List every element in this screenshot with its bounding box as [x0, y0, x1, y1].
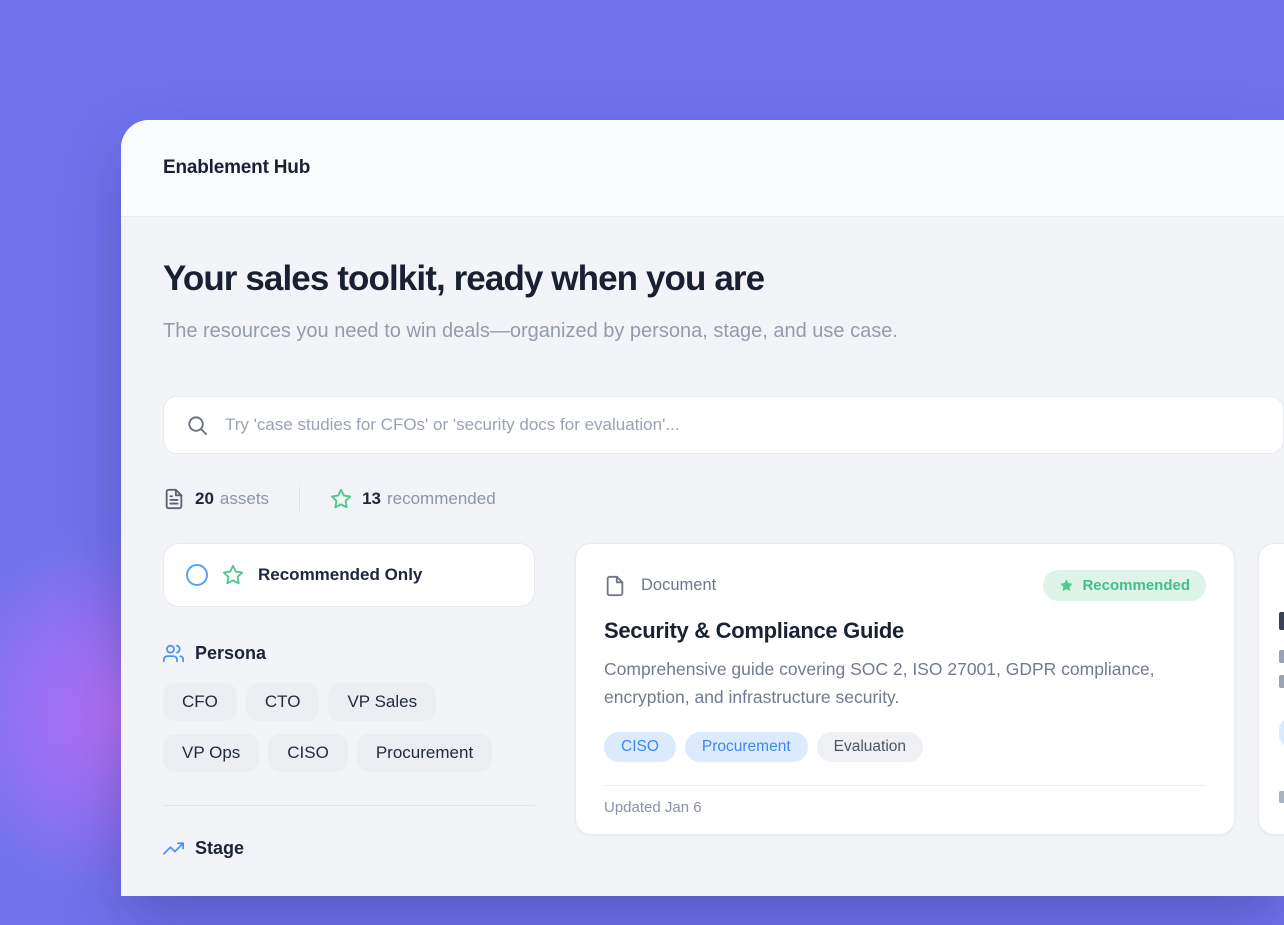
persona-chip-ciso[interactable]: CISO — [268, 734, 348, 772]
recommended-badge: Recommended — [1043, 570, 1206, 601]
clipped-footer-fragment — [1279, 791, 1284, 803]
persona-chip-cto[interactable]: CTO — [246, 683, 320, 721]
tag-ciso[interactable]: CISO — [604, 732, 676, 762]
persona-section-label: Persona — [195, 643, 266, 664]
recommended-star-icon — [330, 488, 352, 510]
recommended-count: 13 — [362, 489, 381, 509]
asset-card-divider — [604, 785, 1206, 786]
recommended-only-toggle[interactable]: Recommended Only — [163, 543, 535, 607]
content-row: Recommended Only Persona CFO — [163, 543, 1284, 859]
assets-file-icon — [163, 488, 185, 510]
stage-section-header: Stage — [163, 838, 535, 859]
app-title: Enablement Hub — [163, 157, 310, 179]
asset-updated-text: Updated Jan 6 — [604, 799, 1206, 816]
star-icon — [222, 564, 244, 586]
clipped-title-fragment — [1279, 612, 1284, 630]
persona-users-icon — [163, 643, 184, 664]
recommended-badge-label: Recommended — [1082, 577, 1190, 594]
asset-title: Security & Compliance Guide — [604, 618, 1206, 644]
recommended-only-label: Recommended Only — [258, 565, 422, 585]
search-bar[interactable] — [163, 396, 1284, 454]
app-panel: Enablement Hub Your sales toolkit, ready… — [121, 120, 1284, 896]
persona-chip-cfo[interactable]: CFO — [163, 683, 237, 721]
page-title: Your sales toolkit, ready when you are — [163, 259, 1284, 299]
search-icon — [186, 414, 209, 437]
assets-count: 20 — [195, 489, 214, 509]
stats-row: 20 assets 13 recommended — [163, 487, 1284, 511]
asset-type: Document — [604, 575, 716, 597]
asset-type-label: Document — [641, 576, 716, 595]
filters-sidebar: Recommended Only Persona CFO — [163, 543, 535, 859]
persona-chip-list: CFO CTO VP Sales VP Ops CISO Procurement — [163, 683, 535, 772]
search-input[interactable] — [223, 414, 1283, 436]
asset-tag-list: CISO Procurement Evaluation — [604, 732, 1206, 762]
badge-star-icon — [1059, 578, 1074, 593]
persona-chip-procurement[interactable]: Procurement — [357, 734, 492, 772]
asset-card-top-row: Document Recommended — [604, 570, 1206, 601]
stage-section-label: Stage — [195, 838, 244, 859]
tag-evaluation[interactable]: Evaluation — [817, 732, 923, 762]
document-file-icon — [604, 575, 626, 597]
clipped-tag-fragment — [1279, 718, 1284, 747]
assets-label: assets — [220, 489, 269, 509]
main-content: Your sales toolkit, ready when you are T… — [121, 217, 1284, 859]
tag-procurement[interactable]: Procurement — [685, 732, 808, 762]
persona-chip-vp-ops[interactable]: VP Ops — [163, 734, 259, 772]
clipped-description-fragment — [1279, 650, 1284, 663]
persona-chip-vp-sales[interactable]: VP Sales — [328, 683, 436, 721]
asset-description: Comprehensive guide covering SOC 2, ISO … — [604, 655, 1204, 711]
sidebar-divider — [163, 805, 535, 806]
clipped-description-fragment — [1279, 675, 1284, 688]
asset-card[interactable]: Document Recommended Security & Complian… — [575, 543, 1235, 835]
page-subtitle: The resources you need to win deals—orga… — [163, 313, 993, 350]
stats-divider — [299, 487, 300, 511]
radio-circle-icon[interactable] — [186, 564, 208, 586]
recommended-label: recommended — [387, 489, 496, 509]
app-header: Enablement Hub — [121, 120, 1284, 217]
asset-card-partial[interactable] — [1258, 543, 1284, 835]
persona-section-header: Persona — [163, 643, 535, 664]
stage-trending-up-icon — [163, 838, 184, 859]
